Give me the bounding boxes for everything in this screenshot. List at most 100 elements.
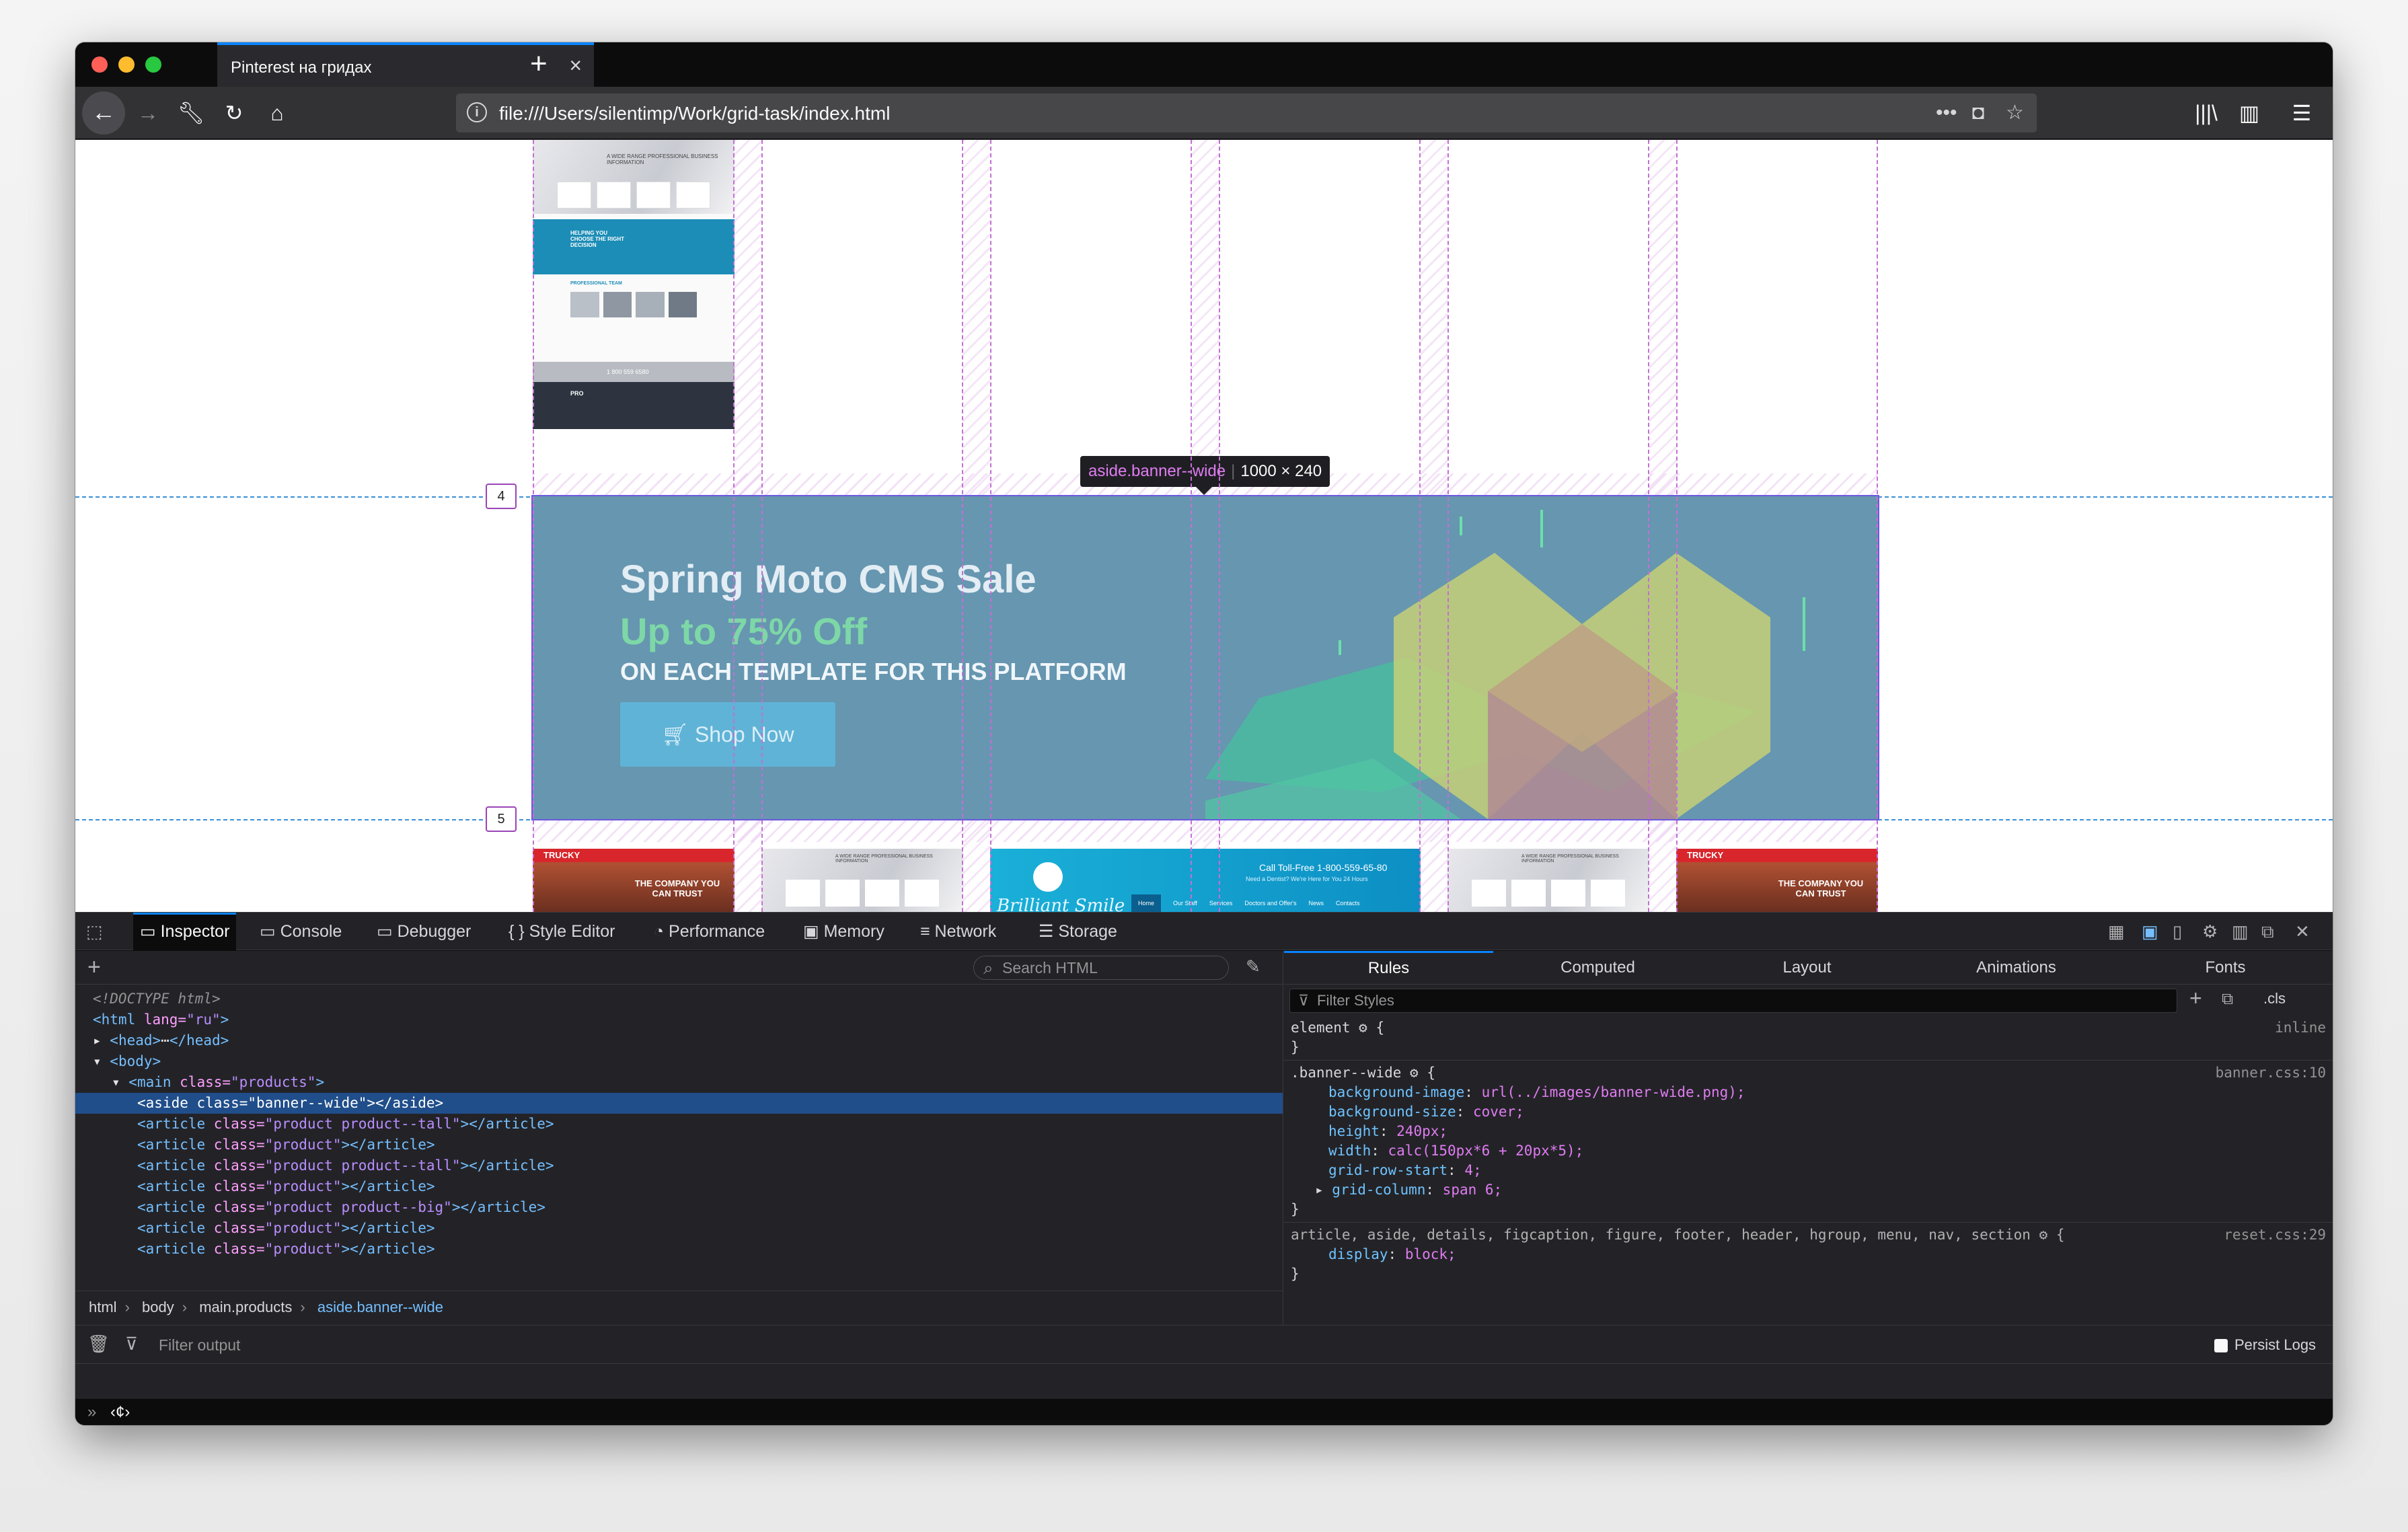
tab-performance[interactable]: ◔ Performance (654, 913, 765, 950)
tab-rules[interactable]: Rules (1284, 951, 1493, 985)
tab-computed[interactable]: Computed (1493, 951, 1702, 985)
network-icon: ≡ (920, 922, 935, 941)
add-rule-icon[interactable]: + (2189, 986, 2202, 1011)
rule-source[interactable]: inline (2275, 1018, 2326, 1038)
tab-bar: Pinterest на гридах × + (75, 42, 2333, 87)
breadcrumb-item-current[interactable]: aside.banner--wide (317, 1299, 443, 1315)
css-declaration[interactable]: background-image: url(../images/banner-w… (1284, 1083, 2333, 1102)
tab-storage[interactable]: ☰ Storage (1039, 913, 1117, 950)
css-declaration[interactable]: height: 240px; (1284, 1122, 2333, 1141)
reload-button[interactable]: ↻ (215, 100, 253, 126)
search-html-input[interactable]: Search HTML (973, 956, 1229, 980)
filter-styles-input[interactable]: Filter Styles (1289, 989, 2177, 1013)
close-devtools-icon[interactable]: ✕ (2295, 922, 2310, 941)
rule-close: } (1291, 1266, 1300, 1282)
breadcrumb-item[interactable]: body (142, 1299, 174, 1315)
tab-memory[interactable]: ▣ Memory (803, 913, 885, 950)
url-bar[interactable]: i file:///Users/silentimp/Work/grid-task… (456, 93, 2037, 132)
tab-inspector[interactable]: ▭ Inspector (133, 913, 237, 950)
tab-layout[interactable]: Layout (1702, 951, 1912, 985)
library-icon[interactable]: |||\ (2187, 100, 2225, 126)
console-input[interactable]: » ‹¢› (75, 1399, 2333, 1425)
css-declaration[interactable]: ▸ grid-column: span 6; (1284, 1180, 2333, 1200)
split-console-icon[interactable]: ▣ (2142, 922, 2158, 941)
breadcrumb-item[interactable]: html (89, 1299, 117, 1315)
css-declaration[interactable]: background-size: cover; (1284, 1102, 2333, 1122)
wrench-icon[interactable]: 🔧︎ (172, 100, 210, 126)
tab-fonts[interactable]: Fonts (2121, 951, 2330, 985)
breadcrumb-item[interactable]: main.products (199, 1299, 292, 1315)
add-node-icon[interactable]: + (87, 954, 101, 981)
page-actions-icon[interactable]: ••• (1936, 100, 1957, 126)
expand-arrow-icon[interactable]: ▸ (1315, 1182, 1332, 1198)
css-declaration[interactable]: display: block; (1284, 1245, 2333, 1264)
rule-reset[interactable]: article, aside, details, figcaption, fig… (1284, 1225, 2333, 1245)
close-window-button[interactable] (91, 56, 108, 73)
rule-source[interactable]: banner.css:10 (2216, 1063, 2326, 1083)
element-picker-icon[interactable]: ⬚ (86, 922, 103, 941)
rule-banner-wide[interactable]: .banner--wide ⚙ {banner.css:10 (1284, 1063, 2333, 1083)
tab-close-icon[interactable]: × (569, 53, 582, 77)
rules-sidebar: Rules Computed Layout Animations Fonts F… (1284, 951, 2333, 1325)
separate-window-icon[interactable]: ⧉ (2261, 922, 2274, 941)
gear-icon[interactable]: ⚙ (1410, 1065, 1419, 1081)
tree-node-article[interactable]: <article class="product"></article> (75, 1218, 1283, 1239)
tree-node-body[interactable]: ▾ <body> (75, 1051, 1283, 1072)
toggle-pseudo-classes-icon[interactable]: ⧉ (2222, 990, 2233, 1009)
minimize-window-button[interactable] (118, 56, 135, 73)
tree-node-article[interactable]: <article class="product product--tall"><… (75, 1114, 1283, 1135)
tree-node-article[interactable]: <article class="product"></article> (75, 1176, 1283, 1197)
css-rules-list: element ⚙ {inline } .banner--wide ⚙ {ban… (1284, 1018, 2333, 1284)
pocket-icon[interactable]: ◘ (1972, 100, 1984, 126)
markup-toolbar: + Search HTML ✎ (75, 951, 1283, 985)
filter-icon[interactable]: ⊽ (125, 1334, 138, 1354)
back-button[interactable]: ← (82, 91, 125, 135)
gear-icon[interactable]: ⚙ (2039, 1227, 2048, 1243)
menu-icon[interactable]: ☰ (2283, 100, 2321, 126)
tree-node-article[interactable]: <article class="product product--tall"><… (75, 1155, 1283, 1176)
rule-close: } (1291, 1039, 1300, 1055)
bookmark-star-icon[interactable]: ☆ (2006, 100, 2024, 126)
tab-console[interactable]: ▭ Console (260, 913, 342, 950)
persist-logs-checkbox[interactable] (2214, 1339, 2228, 1352)
split-console: 🗑︎ ⊽ Filter output Persist Logs » ‹¢› (75, 1325, 2333, 1425)
tree-node-aside-selected[interactable]: <aside class="banner--wide"></aside> (75, 1093, 1283, 1114)
css-declaration[interactable]: grid-row-start: 4; (1284, 1161, 2333, 1180)
forward-button[interactable]: → (129, 100, 167, 126)
tree-node-article[interactable]: <article class="product"></article> (75, 1239, 1283, 1260)
tree-node-article[interactable]: <article class="product"></article> (75, 1135, 1283, 1155)
layout-dock-icon[interactable]: ▦ (2108, 922, 2125, 941)
tree-node-html[interactable]: <html lang="ru"> (75, 1009, 1283, 1030)
trash-icon[interactable]: 🗑︎ (87, 1334, 110, 1354)
tab-network[interactable]: ≡ Network (920, 913, 996, 950)
tree-node-head[interactable]: ▸ <head>⋯</head> (75, 1030, 1283, 1051)
tree-node-article[interactable]: <article class="product product--big"></… (75, 1197, 1283, 1218)
rule-element[interactable]: element ⚙ {inline (1284, 1018, 2333, 1038)
collapse-arrow-icon[interactable]: ▾ (112, 1074, 128, 1090)
breadcrumb: html › body › main.products › aside.banner-… (75, 1291, 1283, 1324)
new-tab-icon[interactable]: + (530, 48, 548, 80)
filter-output-input[interactable]: Filter output (159, 1336, 240, 1354)
persist-logs-label: Persist Logs (2234, 1336, 2317, 1353)
css-declaration[interactable]: width: calc(150px*6 + 20px*5); (1284, 1141, 2333, 1161)
tab-style-editor[interactable]: { } Style Editor (509, 913, 615, 950)
home-button[interactable]: ⌂ (258, 100, 296, 126)
dock-side-icon[interactable]: ▥ (2232, 922, 2249, 941)
settings-gear-icon[interactable]: ⚙ (2202, 922, 2218, 941)
expand-arrow-icon[interactable]: ▸ (93, 1032, 110, 1048)
eyedropper-icon[interactable]: ✎ (1246, 956, 1261, 977)
cls-toggle[interactable]: .cls (2263, 990, 2286, 1007)
tab-animations[interactable]: Animations (1912, 951, 2121, 985)
gear-icon[interactable]: ⚙ (1359, 1020, 1367, 1036)
collapse-arrow-icon[interactable]: ▾ (93, 1053, 110, 1069)
tree-node-main[interactable]: ▾ <main class="products"> (75, 1072, 1283, 1093)
zoom-window-button[interactable] (145, 56, 161, 73)
info-icon[interactable]: i (467, 102, 487, 122)
tab-debugger[interactable]: ▭ Debugger (377, 913, 471, 950)
tree-node-doctype[interactable]: <!DOCTYPE html> (75, 989, 1283, 1009)
sidebar-icon[interactable]: ▥ (2230, 100, 2268, 126)
url-text[interactable]: file:///Users/silentimp/Work/grid-task/i… (499, 103, 890, 124)
grid-column-overlay (761, 140, 963, 912)
rule-source[interactable]: reset.css:29 (2224, 1225, 2326, 1245)
responsive-design-icon[interactable]: ▯ (2173, 922, 2182, 941)
